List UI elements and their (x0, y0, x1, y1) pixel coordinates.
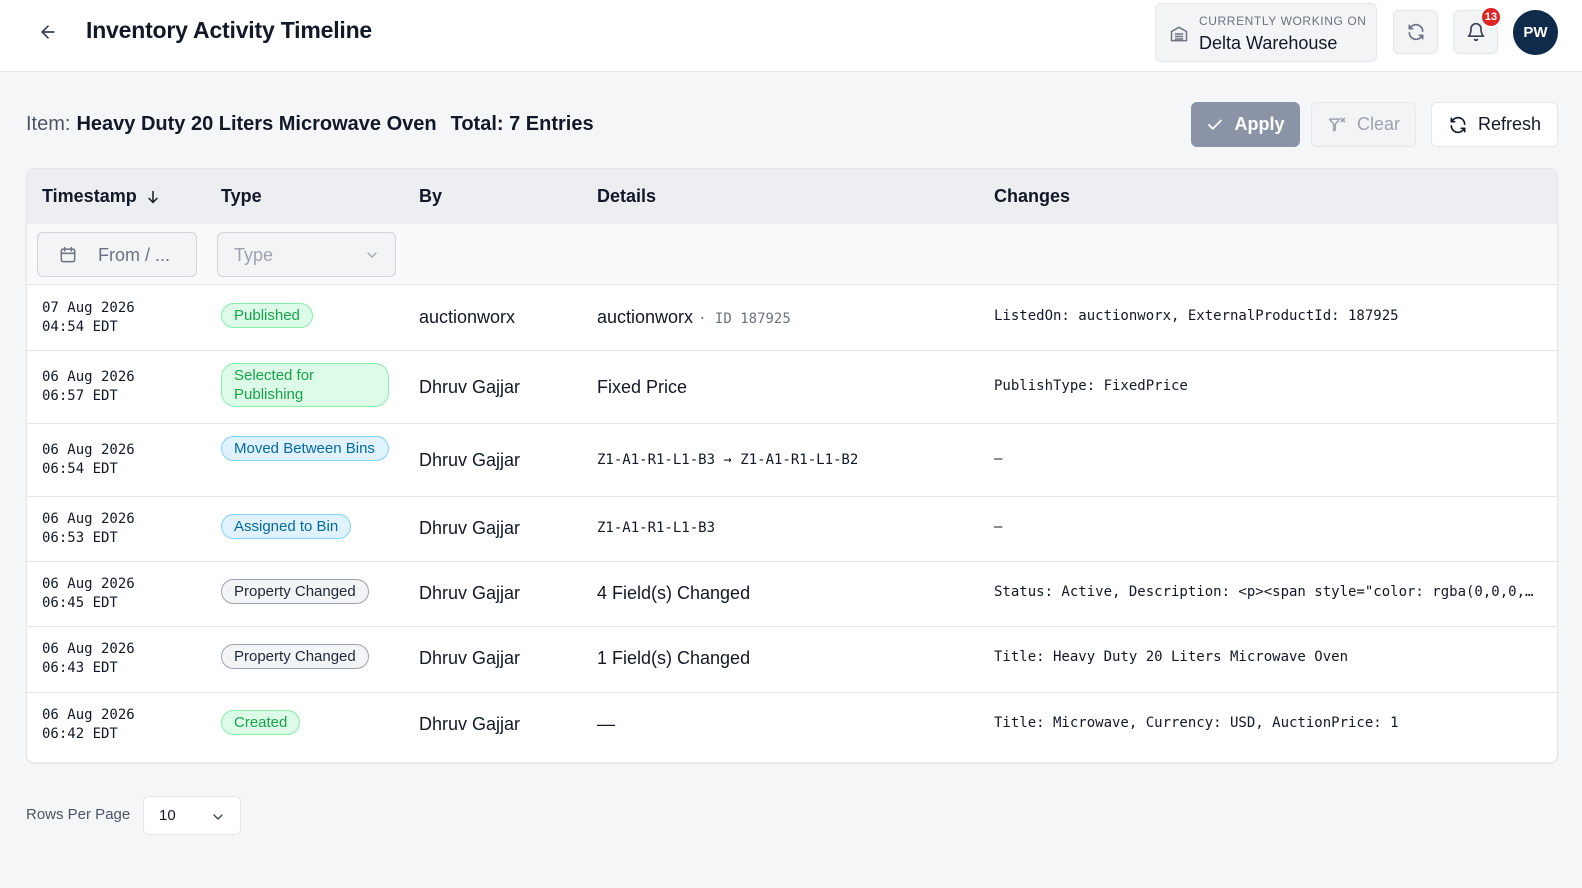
filter-row: From / ... Type (27, 224, 1557, 285)
filter-clear-icon (1328, 117, 1346, 132)
check-icon (1208, 119, 1223, 130)
timestamp-cell: 06 Aug 2026 06:53 EDT (42, 511, 135, 546)
details-cell: 1 Field(s) Changed (597, 648, 751, 668)
arrow-left-icon (41, 25, 55, 39)
column-header-by: By (419, 186, 443, 206)
chevron-down-icon (210, 809, 226, 830)
details-cell: Z1-A1-R1-L1-B3 (597, 520, 716, 536)
warehouse-icon (1169, 24, 1189, 49)
details-cell: Z1-A1-R1-L1-B3 → Z1-A1-R1-L1-B2 (597, 452, 859, 468)
changes-cell: ListedOn: auctionworx, ExternalProductId… (994, 308, 1399, 324)
details-text: auctionworx (597, 307, 694, 327)
page-title: Inventory Activity Timeline (86, 17, 373, 43)
apply-label: Apply (1234, 114, 1285, 134)
by-cell: Dhruv Gajjar (419, 583, 521, 603)
user-avatar[interactable]: PW (1513, 10, 1558, 55)
clear-label: Clear (1356, 114, 1400, 134)
column-label: Timestamp (42, 186, 137, 206)
table-row[interactable]: 07 Aug 2026 04:54 EDT Published auctionw… (27, 286, 1557, 351)
details-id: · ID 187925 (698, 311, 791, 327)
back-button[interactable] (36, 20, 60, 44)
type-badge: Property Changed (221, 644, 369, 669)
activity-table: Timestamp Type By Details Changes From /… (26, 168, 1558, 763)
chevron-down-icon (364, 247, 380, 268)
timestamp-cell: 06 Aug 2026 06:45 EDT (42, 576, 135, 611)
table-row[interactable]: 06 Aug 2026 06:54 EDT Moved Between Bins… (27, 424, 1557, 497)
by-cell: Dhruv Gajjar (419, 714, 521, 734)
details-cell: 4 Field(s) Changed (597, 583, 751, 603)
apply-button[interactable]: Apply (1191, 102, 1300, 147)
by-cell: auctionworx (419, 307, 516, 327)
by-cell: Dhruv Gajjar (419, 450, 521, 470)
workspace-selector[interactable]: CURRENTLY WORKING ON Delta Warehouse (1155, 3, 1377, 62)
notification-count-badge: 13 (1480, 6, 1502, 28)
workspace-caption: CURRENTLY WORKING ON (1199, 14, 1367, 28)
details-cell: — (597, 714, 615, 734)
column-header-timestamp[interactable]: Timestamp (42, 186, 161, 207)
type-badge: Assigned to Bin (221, 514, 352, 539)
type-badge: Published (221, 303, 313, 328)
details-cell: auctionworx · ID 187925 (597, 307, 791, 328)
rows-per-page-value: 10 (159, 807, 176, 824)
date-filter-placeholder: From / ... (98, 245, 170, 265)
rows-per-page-label: Rows Per Page (26, 806, 131, 823)
by-cell: Dhruv Gajjar (419, 377, 521, 397)
sync-icon (1408, 23, 1423, 41)
changes-cell: Status: Active, Description: <p><span st… (994, 584, 1534, 600)
workspace-name: Delta Warehouse (1199, 33, 1338, 53)
type-filter-select[interactable]: Type (217, 232, 396, 277)
by-cell: Dhruv Gajjar (419, 518, 521, 538)
refresh-icon (1450, 116, 1466, 133)
calendar-icon (58, 245, 78, 270)
refresh-label: Refresh (1477, 114, 1542, 134)
top-bar: Inventory Activity Timeline CURRENTLY WO… (0, 0, 1582, 72)
table-row[interactable]: 06 Aug 2026 06:45 EDT Property Changed D… (27, 562, 1557, 627)
table-header: Timestamp Type By Details Changes (27, 169, 1557, 224)
timestamp-cell: 07 Aug 2026 04:54 EDT (42, 300, 135, 335)
table-row[interactable]: 06 Aug 2026 06:53 EDT Assigned to Bin Dh… (27, 497, 1557, 562)
changes-cell: — (994, 519, 1003, 535)
item-name: Heavy Duty 20 Liters Microwave Oven (76, 113, 437, 135)
type-badge: Moved Between Bins (221, 436, 389, 461)
rows-per-page-select[interactable]: 10 (143, 796, 241, 835)
changes-cell: PublishType: FixedPrice (994, 378, 1188, 394)
sync-button[interactable] (1393, 10, 1438, 54)
table-row[interactable]: 06 Aug 2026 06:42 EDT Created Dhruv Gajj… (27, 693, 1557, 758)
timestamp-cell: 06 Aug 2026 06:57 EDT (42, 369, 135, 404)
changes-cell: — (994, 451, 1003, 467)
changes-cell: Title: Microwave, Currency: USD, Auction… (994, 715, 1399, 731)
type-badge: Property Changed (221, 579, 369, 604)
changes-cell: Title: Heavy Duty 20 Liters Microwave Ov… (994, 649, 1349, 665)
table-row[interactable]: 06 Aug 2026 06:43 EDT Property Changed D… (27, 627, 1557, 693)
item-summary: Item: Heavy Duty 20 Liters Microwave Oven… (26, 113, 594, 136)
column-header-changes: Changes (994, 186, 1071, 206)
timestamp-cell: 06 Aug 2026 06:54 EDT (42, 442, 135, 477)
timestamp-cell: 06 Aug 2026 06:43 EDT (42, 641, 135, 676)
date-range-filter[interactable]: From / ... (37, 232, 197, 277)
type-badge: Created (221, 710, 301, 735)
details-cell: Fixed Price (597, 377, 688, 397)
clear-button[interactable]: Clear (1311, 102, 1416, 147)
column-header-details: Details (597, 186, 657, 206)
table-row[interactable]: 06 Aug 2026 06:57 EDT Selected for Publi… (27, 351, 1557, 424)
type-badge: Selected for Publishing (221, 363, 389, 407)
column-header-type: Type (221, 186, 262, 206)
by-cell: Dhruv Gajjar (419, 648, 521, 668)
timestamp-cell: 06 Aug 2026 06:42 EDT (42, 707, 135, 742)
sort-descending-icon (147, 190, 158, 203)
total-entries: Total: 7 Entries (450, 113, 594, 135)
type-filter-placeholder: Type (234, 245, 274, 265)
refresh-button[interactable]: Refresh (1431, 102, 1558, 147)
item-label: Item: (26, 113, 71, 135)
